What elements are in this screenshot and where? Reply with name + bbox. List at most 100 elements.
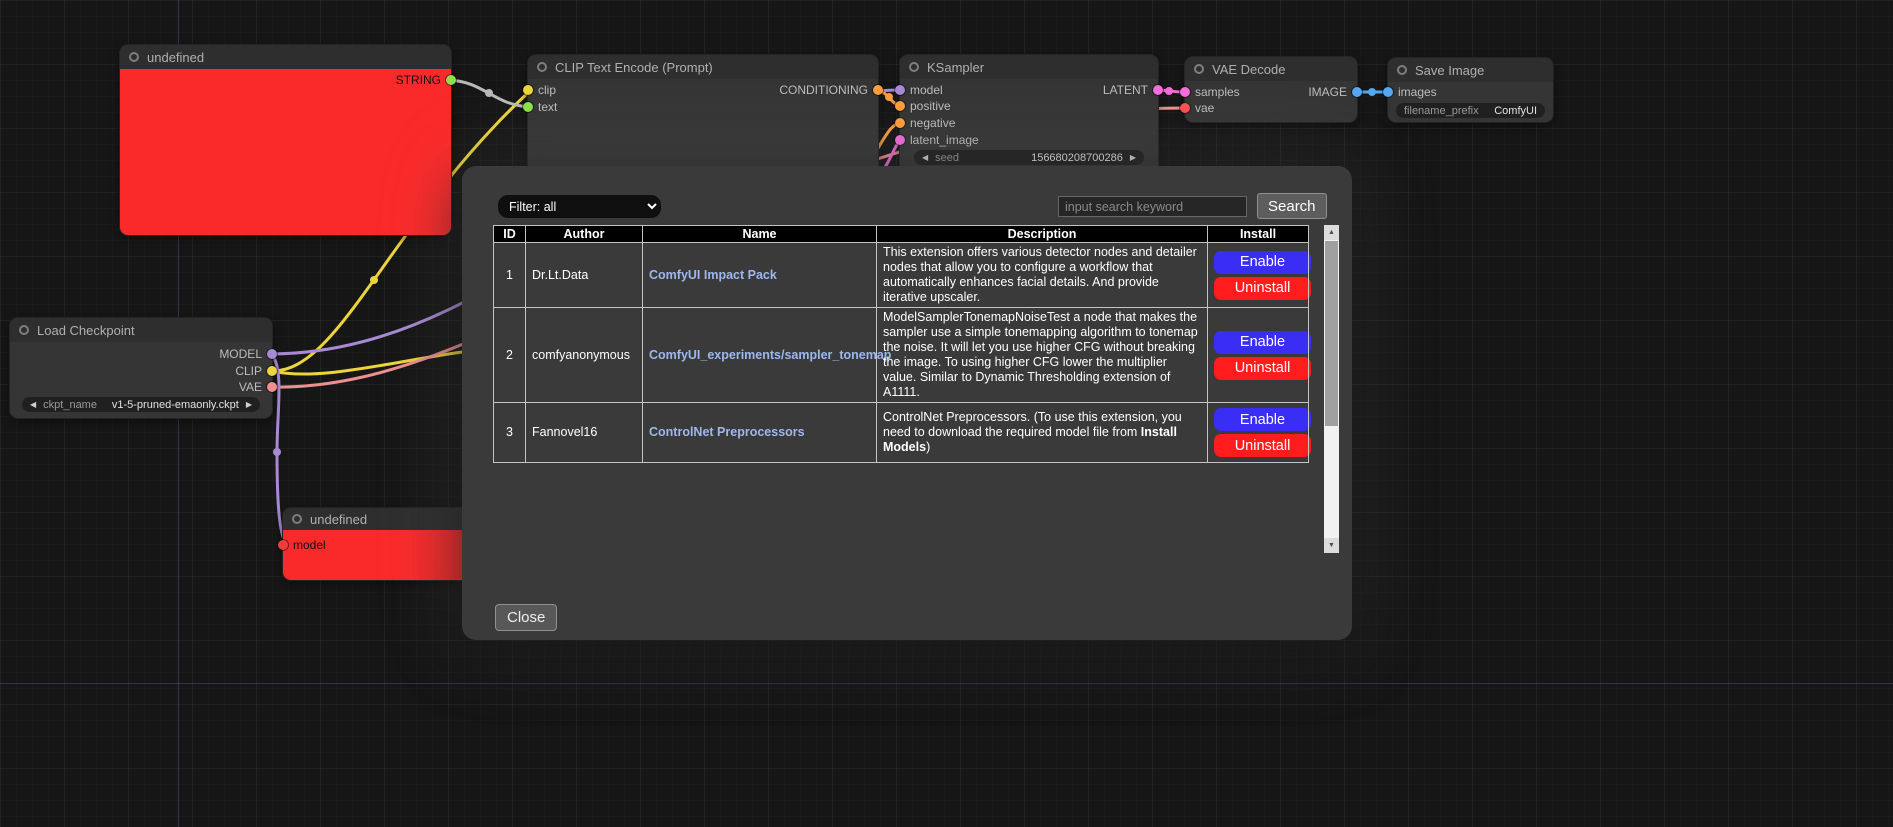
clip-input-slot[interactable]: clip — [528, 83, 556, 97]
collapse-dot-icon[interactable] — [1397, 65, 1407, 75]
model-input-pin[interactable] — [895, 85, 905, 95]
description-text: ControlNet Preprocessors. (To use this e… — [883, 410, 1182, 439]
slot-label: CONDITIONING — [779, 83, 868, 97]
vae-input-pin[interactable] — [1180, 103, 1190, 113]
node-title: KSampler — [927, 60, 984, 75]
table-row: 3 Fannovel16 ControlNet Preprocessors Co… — [494, 403, 1309, 463]
negative-input-pin[interactable] — [895, 118, 905, 128]
samples-input-pin[interactable] — [1180, 87, 1190, 97]
node-load-checkpoint[interactable]: Load Checkpoint MODEL CLIP VAE ◀ ckpt_na… — [10, 318, 272, 418]
negative-input-slot[interactable]: negative — [900, 116, 955, 130]
widget-value: 156680208700286 — [1031, 152, 1123, 164]
col-header-author: Author — [526, 226, 643, 243]
uninstall-button[interactable]: Uninstall — [1214, 357, 1311, 380]
table-scrollbar[interactable]: ▲ ▼ — [1324, 225, 1339, 553]
node-save-image[interactable]: Save Image images filename_prefix ComfyU… — [1388, 58, 1553, 122]
node-graph-canvas[interactable]: undefined STRING CLIP Text Encode (Promp… — [0, 0, 1893, 827]
scroll-up-icon[interactable]: ▲ — [1324, 225, 1339, 240]
filter-select[interactable]: Filter: all — [498, 195, 661, 218]
images-input-slot[interactable]: images — [1388, 85, 1437, 99]
search-button[interactable]: Search — [1257, 193, 1327, 219]
node-titlebar[interactable]: CLIP Text Encode (Prompt) — [528, 55, 878, 79]
enable-button[interactable]: Enable — [1214, 251, 1311, 274]
collapse-dot-icon[interactable] — [19, 325, 29, 335]
extension-table-scroll-area[interactable]: ID Author Name Description Install 1 Dr.… — [493, 225, 1339, 553]
widget-value: ComfyUI — [1494, 105, 1537, 117]
cell-author: Fannovel16 — [526, 403, 643, 463]
node-undefined-top[interactable]: undefined STRING — [120, 45, 451, 235]
latent-output-slot[interactable]: LATENT — [1103, 83, 1158, 97]
vae-input-slot[interactable]: vae — [1185, 101, 1214, 115]
clip-output-pin[interactable] — [267, 366, 277, 376]
collapse-dot-icon[interactable] — [1194, 64, 1204, 74]
image-output-pin[interactable] — [1352, 87, 1362, 97]
cell-author: Dr.Lt.Data — [526, 243, 643, 308]
positive-input-slot[interactable]: positive — [900, 99, 951, 113]
slot-label: positive — [910, 99, 951, 113]
cell-description: ModelSamplerTonemapNoiseTest a node that… — [877, 308, 1208, 403]
scrollbar-thumb[interactable] — [1325, 241, 1338, 426]
extension-link[interactable]: ComfyUI Impact Pack — [649, 268, 777, 282]
seed-widget[interactable]: ◀ seed 156680208700286 ▶ — [914, 150, 1144, 165]
node-titlebar[interactable]: Save Image — [1388, 58, 1553, 82]
prev-arrow-icon[interactable]: ◀ — [30, 400, 36, 409]
cell-id: 1 — [494, 243, 526, 308]
cell-install: Enable Uninstall — [1208, 308, 1309, 403]
model-output-slot[interactable]: MODEL — [219, 347, 272, 361]
uninstall-button[interactable]: Uninstall — [1214, 277, 1311, 300]
conditioning-output-pin[interactable] — [873, 85, 883, 95]
text-input-slot[interactable]: text — [528, 100, 557, 114]
images-input-pin[interactable] — [1383, 87, 1393, 97]
slot-label: samples — [1195, 85, 1240, 99]
model-input-pin[interactable] — [278, 540, 288, 550]
extension-link[interactable]: ComfyUI_experiments/sampler_tonemap — [649, 348, 891, 362]
string-output-pin[interactable] — [446, 75, 456, 85]
cell-name: ComfyUI_experiments/sampler_tonemap — [643, 308, 877, 403]
vae-output-pin[interactable] — [267, 382, 277, 392]
collapse-dot-icon[interactable] — [292, 514, 302, 524]
clip-output-slot[interactable]: CLIP — [235, 364, 272, 378]
cell-name: ComfyUI Impact Pack — [643, 243, 877, 308]
extension-table: ID Author Name Description Install 1 Dr.… — [493, 225, 1309, 463]
node-title: undefined — [310, 512, 367, 527]
model-input-slot[interactable]: model — [900, 83, 943, 97]
close-button[interactable]: Close — [495, 604, 557, 631]
node-vae-decode[interactable]: VAE Decode samples vae IMAGE — [1185, 57, 1357, 122]
node-body-error: STRING — [120, 69, 451, 235]
enable-button[interactable]: Enable — [1214, 408, 1311, 431]
scroll-down-icon[interactable]: ▼ — [1324, 538, 1339, 553]
col-header-description: Description — [877, 226, 1208, 243]
search-input[interactable] — [1058, 196, 1247, 217]
slot-label: clip — [538, 83, 556, 97]
vae-output-slot[interactable]: VAE — [239, 380, 272, 394]
latent-image-input-slot[interactable]: latent_image — [900, 133, 979, 147]
model-output-pin[interactable] — [267, 349, 277, 359]
node-titlebar[interactable]: undefined — [120, 45, 451, 69]
collapse-dot-icon[interactable] — [129, 52, 139, 62]
ckpt-name-widget[interactable]: ◀ ckpt_name v1-5-pruned-emaonly.ckpt ▶ — [22, 397, 260, 412]
clip-input-pin[interactable] — [523, 85, 533, 95]
node-titlebar[interactable]: Load Checkpoint — [10, 318, 272, 342]
samples-input-slot[interactable]: samples — [1185, 85, 1240, 99]
string-output-slot[interactable]: STRING — [396, 73, 451, 87]
latent-image-input-pin[interactable] — [895, 135, 905, 145]
text-input-pin[interactable] — [523, 102, 533, 112]
slot-label: images — [1398, 85, 1437, 99]
widget-label: ckpt_name — [43, 399, 97, 411]
next-arrow-icon[interactable]: ▶ — [246, 400, 252, 409]
image-output-slot[interactable]: IMAGE — [1308, 85, 1357, 99]
positive-input-pin[interactable] — [895, 101, 905, 111]
node-titlebar[interactable]: KSampler — [900, 55, 1158, 79]
collapse-dot-icon[interactable] — [537, 62, 547, 72]
model-input-slot[interactable]: model — [283, 538, 326, 552]
collapse-dot-icon[interactable] — [909, 62, 919, 72]
decrement-arrow-icon[interactable]: ◀ — [922, 153, 928, 162]
conditioning-output-slot[interactable]: CONDITIONING — [779, 83, 878, 97]
latent-output-pin[interactable] — [1153, 85, 1163, 95]
node-titlebar[interactable]: VAE Decode — [1185, 57, 1357, 81]
filename-prefix-widget[interactable]: filename_prefix ComfyUI — [1396, 103, 1545, 118]
uninstall-button[interactable]: Uninstall — [1214, 434, 1311, 457]
extension-link[interactable]: ControlNet Preprocessors — [649, 425, 805, 439]
increment-arrow-icon[interactable]: ▶ — [1130, 153, 1136, 162]
enable-button[interactable]: Enable — [1214, 331, 1311, 354]
